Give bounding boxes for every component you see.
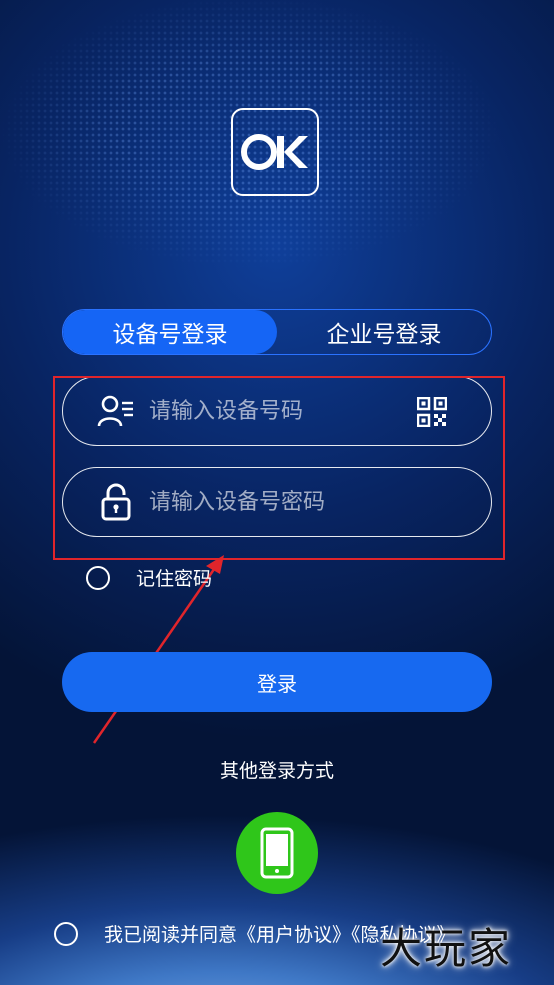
tab-enterprise-login[interactable]: 企业号登录	[277, 310, 491, 354]
phone-icon	[260, 827, 294, 879]
watermark: 大玩家	[380, 924, 513, 973]
tab-device-login[interactable]: 设备号登录	[63, 310, 277, 354]
phone-login-button[interactable]	[236, 812, 318, 894]
remember-password-radio[interactable]	[86, 565, 110, 590]
agreement-radio[interactable]	[54, 921, 78, 946]
remember-password-label: 记住密码	[136, 568, 213, 590]
ok-logo-mark	[241, 134, 308, 170]
login-button[interactable]: 登录	[62, 652, 492, 712]
highlight-annotation-box	[53, 376, 505, 560]
login-type-tabs: 设备号登录 企业号登录	[62, 309, 492, 355]
app-logo	[231, 108, 319, 196]
other-login-methods-label: 其他登录方式	[219, 760, 334, 782]
remember-password[interactable]: 记住密码	[86, 564, 212, 591]
